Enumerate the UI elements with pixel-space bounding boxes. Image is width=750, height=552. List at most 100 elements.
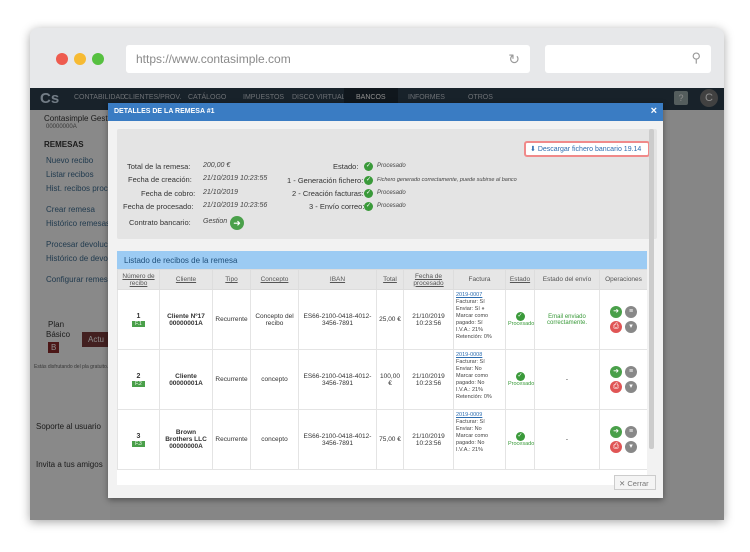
processed-label: Fecha de procesado: — [123, 202, 194, 211]
download-bank-file-button[interactable]: ⬇ Descargar fichero bancario 19.14 — [524, 141, 650, 157]
step2-label: 2 - Creación facturas: — [292, 189, 364, 198]
invoice-link[interactable]: 2019-0007 — [456, 292, 503, 299]
invoice-link[interactable]: 2019-0008 — [456, 352, 503, 359]
date-cell: 21/10/2019 10:23:56 — [403, 409, 454, 470]
total-cell: 100,00 € — [376, 349, 404, 410]
column-header[interactable]: Estado — [505, 269, 535, 290]
print-icon[interactable]: ⎙ — [610, 441, 622, 453]
chevron-down-icon[interactable]: ▾ — [625, 321, 637, 333]
status-text: Procesado — [508, 441, 535, 447]
total-value: 200,00 € — [203, 162, 231, 169]
minimize-window-icon[interactable] — [74, 53, 86, 65]
check-icon: ✓ — [364, 162, 373, 171]
modal-title: DETALLES DE LA REMESA #1 — [114, 108, 215, 115]
info-icon[interactable]: ● — [481, 306, 484, 312]
contract-value: Gestion — [203, 218, 228, 225]
check-icon: ✓ — [364, 176, 373, 185]
column-header[interactable]: Concepto — [250, 269, 299, 290]
type-cell: Recurrente — [212, 289, 251, 350]
contract-label: Contrato bancario: — [129, 218, 191, 227]
step1-label: 1 - Generación fichero: — [287, 176, 364, 185]
check-icon: ✓ — [515, 432, 525, 441]
step1-value: Fichero generado correctamente, puede su… — [377, 177, 517, 183]
type-cell: Recurrente — [212, 349, 251, 410]
go-arrow-icon[interactable]: ➜ — [610, 366, 622, 378]
browser-window: https://www.contasimple.com ↻ ⚲ Cs CONTA… — [30, 28, 724, 520]
operations-cell: ➜ ≡ ⎙ ▾ — [599, 289, 647, 350]
go-arrow-icon[interactable]: ➜ — [230, 216, 244, 230]
remesa-info-panel: ⬇ Descargar fichero bancario 19.14 Total… — [117, 129, 657, 239]
column-header[interactable]: Número de recibo — [117, 269, 160, 290]
receipt-number: 2 — [136, 372, 141, 380]
total-cell: 25,00 € — [376, 289, 404, 350]
column-header[interactable]: Fecha de procesado — [403, 269, 454, 290]
concept-cell: Concepto del recibo — [250, 289, 299, 350]
invoice-line: Marcar como pagado: Sí — [456, 313, 489, 326]
concept-cell: concepto — [250, 349, 299, 410]
browser-search-box[interactable]: ⚲ — [545, 45, 711, 73]
step2-value: Procesado — [377, 190, 406, 196]
print-icon[interactable]: ⎙ — [610, 381, 622, 393]
invoice-link[interactable]: 2019-0009 — [456, 412, 503, 419]
invoice-line: Enviar: Sí ● — [456, 306, 485, 312]
list-icon[interactable]: ≡ — [625, 306, 637, 318]
column-header[interactable]: IBAN — [298, 269, 377, 290]
type-cell: Recurrente — [212, 409, 251, 470]
invoice-line: Facturar: Sí — [456, 359, 485, 365]
column-header[interactable]: Total — [376, 269, 404, 290]
status-cell: ✓ Procesado — [505, 409, 535, 470]
close-label: Cerrar — [627, 479, 649, 488]
invoice-cell: 2019-0007 Facturar: Sí Enviar: Sí ● Marc… — [453, 289, 506, 350]
state-value: Procesado — [377, 163, 406, 169]
total-cell: 75,00 € — [376, 409, 404, 470]
invoice-line: Enviar: No — [456, 426, 482, 432]
receipts-table: Número de recibo Cliente Tipo Concepto I… — [117, 269, 647, 470]
close-button[interactable]: ✕ Cerrar — [614, 475, 656, 490]
receipt-number-cell: 3 F.3 — [117, 409, 160, 470]
status-text: Procesado — [508, 321, 535, 327]
print-icon[interactable]: ⎙ — [610, 321, 622, 333]
table-header-row: Número de recibo Cliente Tipo Concepto I… — [117, 269, 647, 290]
check-icon: ✓ — [515, 312, 525, 321]
total-label: Total de la remesa: — [127, 162, 191, 171]
chevron-down-icon[interactable]: ▾ — [625, 381, 637, 393]
status-cell: ✓ Procesado — [505, 289, 535, 350]
receipts-list-header: Listado de recibos de la remesa — [117, 251, 647, 269]
chevron-down-icon[interactable]: ▾ — [625, 441, 637, 453]
step3-label: 3 - Envío correo: — [309, 202, 365, 211]
address-bar[interactable]: https://www.contasimple.com ↻ — [126, 45, 530, 73]
column-header[interactable]: Cliente — [159, 269, 213, 290]
close-icon[interactable]: × — [651, 105, 657, 117]
receipt-tag: F.3 — [132, 440, 145, 447]
invoice-line: I.V.A.: 21% — [456, 387, 484, 393]
operations-cell: ➜ ≡ ⎙ ▾ — [599, 349, 647, 410]
search-icon: ⚲ — [691, 50, 701, 65]
close-window-icon[interactable] — [56, 53, 68, 65]
iban-cell: ES66-2100-0418-4012-3456-7891 — [298, 349, 377, 410]
column-header: Estado del envío — [534, 269, 600, 290]
download-icon: ⬇ — [530, 146, 538, 153]
concept-cell: concepto — [250, 409, 299, 470]
client-cell: Brown Brothers LLC 00000000A — [159, 409, 213, 470]
receipt-number-cell: 2 F.2 — [117, 349, 160, 410]
download-label: Descargar fichero bancario 19.14 — [537, 146, 642, 153]
date-cell: 21/10/2019 10:23:56 — [403, 289, 454, 350]
go-arrow-icon[interactable]: ➜ — [610, 426, 622, 438]
receipt-number-cell: 1 F.1 — [117, 289, 160, 350]
column-header: Operaciones — [599, 269, 647, 290]
browser-chrome: https://www.contasimple.com ↻ ⚲ — [30, 28, 724, 88]
invoice-line: I.V.A.: 21% — [456, 327, 484, 333]
reload-icon[interactable]: ↻ — [508, 51, 520, 68]
list-icon[interactable]: ≡ — [625, 366, 637, 378]
modal-scrollbar[interactable] — [649, 129, 654, 449]
go-arrow-icon[interactable]: ➜ — [610, 306, 622, 318]
column-header: Factura — [453, 269, 506, 290]
invoice-line: Facturar: Sí — [456, 299, 485, 305]
column-header[interactable]: Tipo — [212, 269, 251, 290]
receipt-number: 3 — [136, 432, 141, 440]
maximize-window-icon[interactable] — [92, 53, 104, 65]
modal-header: DETALLES DE LA REMESA #1 × — [108, 103, 663, 121]
list-icon[interactable]: ≡ — [625, 426, 637, 438]
invoice-line: Retención: 0% — [456, 334, 492, 340]
iban-cell: ES66-2100-0418-4012-3456-7891 — [298, 409, 377, 470]
